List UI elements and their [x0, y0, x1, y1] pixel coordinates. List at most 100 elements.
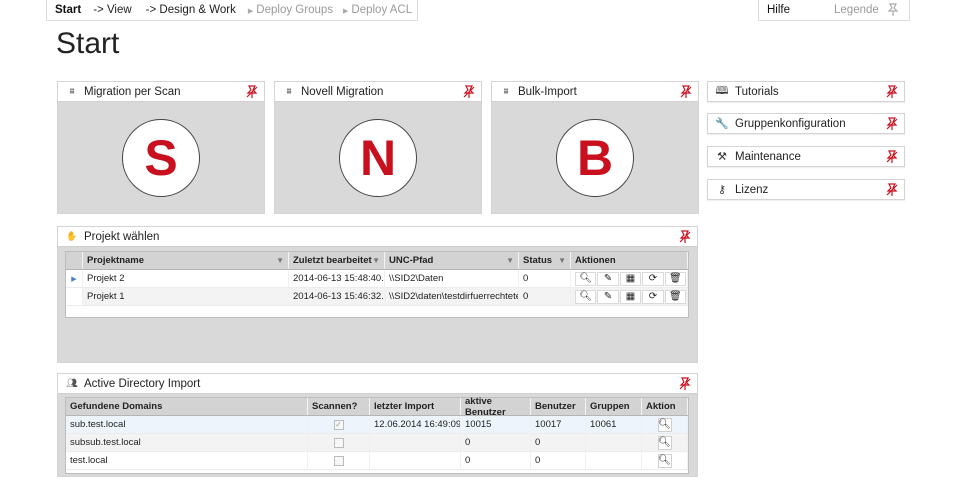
page-title: Start — [56, 27, 120, 60]
tile-title: Novell Migration — [301, 85, 384, 98]
arrow-right-icon: ▶ — [247, 8, 254, 15]
col-scannen[interactable]: Scannen? — [308, 398, 370, 415]
col-domains[interactable]: Gefundene Domains — [66, 398, 308, 415]
scan-letter-icon[interactable]: S — [122, 118, 200, 197]
search-icon[interactable]: 🔍︎ — [575, 271, 597, 286]
search-icon[interactable]: 🔍︎ — [657, 435, 672, 450]
crumb-deploy-groups-label: Deploy Groups — [256, 4, 334, 16]
search-icon[interactable]: 🔍︎ — [575, 289, 597, 304]
pin-icon[interactable] — [680, 85, 692, 99]
filter-icon[interactable]: ▼ — [506, 256, 514, 265]
link-gruppenkonfiguration[interactable]: 🔧 Gruppenkonfiguration — [707, 113, 905, 134]
link-tutorials[interactable]: 🕮 Tutorials — [707, 81, 905, 102]
filter-icon[interactable]: ▼ — [276, 256, 284, 265]
hand-icon: ✋ — [66, 231, 78, 241]
cell-aktion: 🔍︎ — [642, 434, 688, 451]
cell-last-import — [370, 434, 461, 451]
scan-checkbox[interactable] — [333, 437, 344, 448]
table-icon[interactable]: ▦ — [619, 271, 642, 286]
pin-icon[interactable] — [887, 3, 899, 17]
search-icon[interactable]: 🔍︎ — [657, 417, 672, 432]
crumb-view[interactable]: -> View — [93, 4, 131, 16]
cell-scan: ✓ — [308, 416, 370, 433]
col-unc-pfad[interactable]: UNC-Pfad ▼ — [385, 252, 519, 269]
table-icon[interactable]: ▦ — [619, 289, 642, 304]
col-label: Aktionen — [575, 255, 616, 266]
tile-bulk-import[interactable]: ⩩ Bulk-Import B — [491, 81, 699, 214]
bulk-letter-icon[interactable]: B — [556, 118, 634, 197]
col-letzter-import[interactable]: letzter Import — [370, 398, 461, 415]
pin-icon[interactable] — [679, 230, 691, 244]
pin-icon[interactable] — [463, 85, 475, 99]
crumb-deploy-groups[interactable]: ▶ Deploy Groups — [248, 4, 333, 16]
col-benutzer[interactable]: Benutzer — [531, 398, 586, 415]
table-header: Projektname ▼ Zuletzt bearbeitet ▼ UNC-Pfa… — [66, 252, 688, 270]
tile-novell-migration[interactable]: ⩩ Novell Migration N — [274, 81, 482, 214]
crumb-design-work[interactable]: -> Design & Work — [146, 4, 236, 16]
cell-active: 10015 — [461, 416, 531, 433]
pin-icon[interactable] — [246, 85, 258, 99]
col-zuletzt[interactable]: Zuletzt bearbeitet ▼ — [289, 252, 385, 269]
pin-icon[interactable] — [886, 85, 898, 99]
cell-domain: sub.test.local — [66, 416, 308, 433]
col-gruppen[interactable]: Gruppen — [586, 398, 642, 415]
col-label: Zuletzt bearbeitet — [293, 255, 372, 266]
cell-aktion: 🔍︎ — [642, 416, 688, 433]
help-link[interactable]: Hilfe — [767, 4, 790, 16]
col-status[interactable]: Status ▼ — [519, 252, 571, 269]
link-maintenance[interactable]: ⚒ Maintenance — [707, 146, 905, 167]
tile-migration-scan[interactable]: ⩩ Migration per Scan S — [57, 81, 265, 214]
pin-icon[interactable] — [886, 150, 898, 164]
hammer-icon: ⚒ — [717, 151, 727, 163]
refresh-icon[interactable]: ⟳ — [642, 289, 664, 304]
refresh-icon[interactable]: ⟳ — [642, 271, 664, 286]
table-row[interactable]: test.local 0 0 🔍︎ — [66, 452, 688, 470]
delete-icon[interactable]: 🗑︎ — [664, 289, 687, 304]
tile-header: ⩩ Novell Migration — [275, 82, 481, 102]
collapse-icon: ⩩ — [286, 86, 292, 96]
scan-checkbox[interactable]: ✓ — [333, 419, 344, 430]
novell-letter-icon[interactable]: N — [339, 118, 417, 197]
cell-status: 0 — [519, 270, 571, 287]
row-indicator — [66, 288, 83, 305]
link-lizenz[interactable]: ⚷ Lizenz — [707, 179, 905, 200]
cell-name: Projekt 2 — [83, 270, 289, 287]
cell-path: \\SID2\daten\testdirfuerrechtetest — [385, 288, 519, 305]
cell-groups — [586, 452, 642, 469]
col-aktion: Aktion — [642, 398, 688, 415]
cell-last-import: 12.06.2014 16:49:09 — [370, 416, 461, 433]
search-icon[interactable]: 🔍︎ — [657, 453, 672, 468]
crumb-deploy-acl[interactable]: ▶ Deploy ACL — [343, 4, 412, 16]
pin-icon[interactable] — [679, 377, 691, 391]
users-icon: 👥︎ — [66, 378, 78, 388]
edit-icon[interactable]: ✎ — [597, 289, 619, 304]
cell-users: 10017 — [531, 416, 586, 433]
edit-icon[interactable]: ✎ — [597, 271, 619, 286]
pin-icon[interactable] — [886, 117, 898, 131]
cell-scan — [308, 452, 370, 469]
col-aktive-benutzer[interactable]: aktive Benutzer — [461, 396, 531, 418]
table-row[interactable]: ▶ Projekt 2 2014-06-13 15:48:40.404 \\SI… — [66, 270, 688, 288]
table-row[interactable]: Projekt 1 2014-06-13 15:46:32.043 \\SID2… — [66, 288, 688, 306]
link-label: Gruppenkonfiguration — [735, 117, 846, 130]
delete-icon[interactable]: 🗑︎ — [664, 271, 687, 286]
legend-link[interactable]: Legende — [834, 4, 879, 16]
table-row[interactable]: sub.test.local ✓ 12.06.2014 16:49:09 100… — [66, 416, 688, 434]
row-indicator-icon: ▶ — [66, 270, 83, 287]
project-table: Projektname ▼ Zuletzt bearbeitet ▼ UNC-Pfa… — [65, 251, 689, 318]
pin-icon[interactable] — [886, 183, 898, 197]
book-icon: 🕮 — [715, 85, 729, 97]
tile-header: ⩩ Bulk-Import — [492, 82, 698, 102]
col-projektname[interactable]: Projektname ▼ — [83, 252, 289, 269]
tile-header: ⩩ Migration per Scan — [58, 82, 264, 102]
filter-icon[interactable]: ▼ — [558, 256, 566, 265]
panel-header: 👥︎ Active Directory Import — [58, 374, 697, 394]
arrow-right-icon: ▶ — [343, 8, 349, 15]
cell-edited: 2014-06-13 15:48:40.404 — [289, 270, 385, 287]
table-row[interactable]: subsub.test.local 0 0 🔍︎ — [66, 434, 688, 452]
filter-icon[interactable]: ▼ — [372, 256, 380, 265]
key-icon: ⚷ — [717, 184, 727, 196]
scan-checkbox[interactable] — [333, 455, 344, 466]
crumb-start[interactable]: Start — [55, 4, 81, 16]
link-label: Tutorials — [735, 85, 779, 98]
